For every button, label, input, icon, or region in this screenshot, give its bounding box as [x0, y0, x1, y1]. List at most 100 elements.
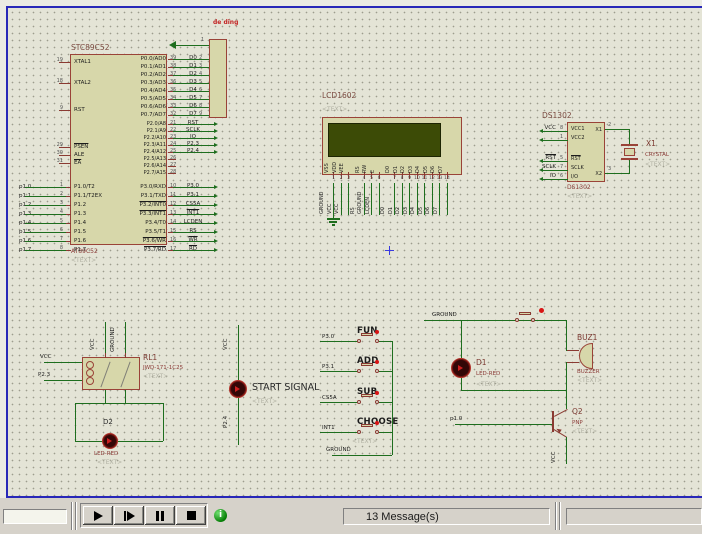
pin-name: P2.2/A10	[71, 135, 166, 141]
lcd-pin-column: D2 9 D2	[406, 130, 414, 218]
wire	[168, 99, 210, 100]
pin-name: P0.1/AD1	[71, 64, 166, 70]
step-button[interactable]	[114, 506, 144, 525]
key-button[interactable]	[361, 394, 373, 397]
pin-name: P2.0/A8	[71, 121, 166, 127]
pin-number: 19	[45, 57, 63, 63]
wire-arrow	[214, 212, 218, 216]
crystal-body[interactable]	[624, 148, 635, 156]
bus-connector-body[interactable]	[209, 39, 227, 118]
wire-arrow	[214, 248, 218, 252]
key-actuator-dot[interactable]	[375, 391, 379, 395]
key-actuator-dot[interactable]	[375, 330, 379, 334]
key-actuator-dot[interactable]	[375, 421, 379, 425]
net-label: P2.3	[38, 372, 50, 379]
key-actuator-dot[interactable]	[539, 308, 544, 313]
relay-ref: RL1	[143, 354, 157, 362]
wire	[332, 455, 392, 456]
pin-stub	[567, 362, 579, 363]
status-message-panel[interactable]: 13 Message(s)	[343, 508, 550, 525]
origin-marker-icon	[389, 246, 390, 255]
rtc-title: DS1302	[542, 112, 572, 120]
schematic-canvas[interactable]: de ding STC89C52 AT89C52 <TEXT> 19 XTAL1…	[0, 0, 702, 498]
led-d1-placeholder: <TEXT>	[476, 381, 501, 388]
wire	[168, 75, 210, 76]
lcd-title: LCD1602	[322, 92, 356, 100]
pin-name: P3.2/INT0	[71, 202, 166, 208]
relay-contact	[100, 362, 110, 388]
net-label: INT1	[322, 425, 335, 431]
wire	[168, 223, 214, 224]
mcu-p2-pins: P2.0/A8 21 RST P2.1/A9 22 SCLK P2.2/A10 …	[71, 121, 321, 177]
pause-button[interactable]	[145, 506, 175, 525]
lcd-placeholder: <TEXT>	[322, 106, 347, 113]
wire	[168, 205, 214, 206]
wire	[44, 380, 82, 381]
led-d2-ref: D2	[103, 419, 113, 426]
relay-part: JWD-171-1C25	[143, 365, 183, 371]
pin-name: I/O	[571, 174, 578, 180]
wire	[348, 183, 349, 215]
led-d2[interactable]	[102, 433, 118, 449]
relay-body[interactable]	[82, 357, 140, 390]
pin-name: P0.3/AD3	[71, 80, 166, 86]
key-button[interactable]	[361, 333, 373, 336]
rtc-pin-row: SCLK 7 SCLK	[538, 164, 638, 173]
wire	[168, 91, 210, 92]
pin-name: P3.4/T0	[71, 220, 166, 226]
lcd-pin-column: D5 12 D5	[429, 130, 437, 218]
proteus-window: de ding STC89C52 AT89C52 <TEXT> 19 XTAL1…	[0, 0, 702, 534]
pin-number: 26	[170, 155, 176, 161]
connector-pin-number: 5	[199, 79, 202, 85]
pin-number: 31	[45, 158, 63, 164]
key-button[interactable]	[361, 424, 373, 427]
lcd-pin-column: D7 14 D7	[444, 130, 452, 218]
lcd-pin-column: D0 7 D0	[391, 130, 399, 218]
rtc-body[interactable]: X1 X2 VCC 8 VCC1 1 VCC2	[567, 122, 605, 182]
wire-arrow	[214, 221, 218, 225]
wire	[566, 320, 567, 351]
wire	[168, 166, 176, 167]
net-label: VCC	[40, 354, 51, 361]
wire	[543, 170, 568, 171]
diode-symbol	[235, 386, 240, 392]
crystal-placeholder: <TEXT>	[645, 161, 670, 168]
pin-number: 1	[45, 182, 63, 188]
relay-placeholder: <TEXT>	[143, 373, 168, 380]
pin-number: 3	[45, 200, 63, 206]
led-d1[interactable]	[451, 358, 471, 378]
wire	[168, 152, 214, 153]
pin-name: P2.1/A9	[71, 128, 166, 134]
pin-number: 27	[170, 162, 176, 168]
wire	[455, 424, 552, 425]
pin-name: P3.0/RXD	[71, 184, 166, 190]
start-led[interactable]	[229, 380, 247, 398]
wire	[379, 432, 392, 433]
pin-name: VCC1	[571, 126, 585, 132]
key-button[interactable]	[519, 312, 531, 315]
wire	[238, 398, 239, 445]
wire	[566, 437, 567, 464]
stop-button[interactable]	[176, 506, 206, 525]
wire	[461, 390, 567, 391]
mcu-body[interactable]: STC89C52 AT89C52 <TEXT> 19 XTAL1 18 XTAL…	[70, 54, 167, 245]
wire	[168, 196, 214, 197]
connector-pin-number: 8	[199, 103, 202, 109]
key-button[interactable]	[361, 363, 373, 366]
wire	[543, 161, 568, 162]
net-label: D6	[425, 207, 432, 214]
wire	[461, 378, 462, 390]
net-label: D4	[175, 87, 211, 93]
keys-placeholder: <TEXT>	[352, 438, 377, 445]
play-button[interactable]	[83, 506, 113, 525]
net-label: CS5A	[175, 201, 211, 207]
net-label: D4	[410, 207, 417, 214]
pin-name: P3.7/RD	[71, 247, 166, 253]
status-extra-panel	[566, 508, 702, 525]
wire	[168, 241, 214, 242]
pin-stub	[567, 350, 579, 351]
pin-name: D1	[393, 166, 400, 173]
wire	[176, 45, 209, 46]
pin-name: SCLK	[571, 165, 584, 171]
info-icon[interactable]	[214, 509, 227, 522]
